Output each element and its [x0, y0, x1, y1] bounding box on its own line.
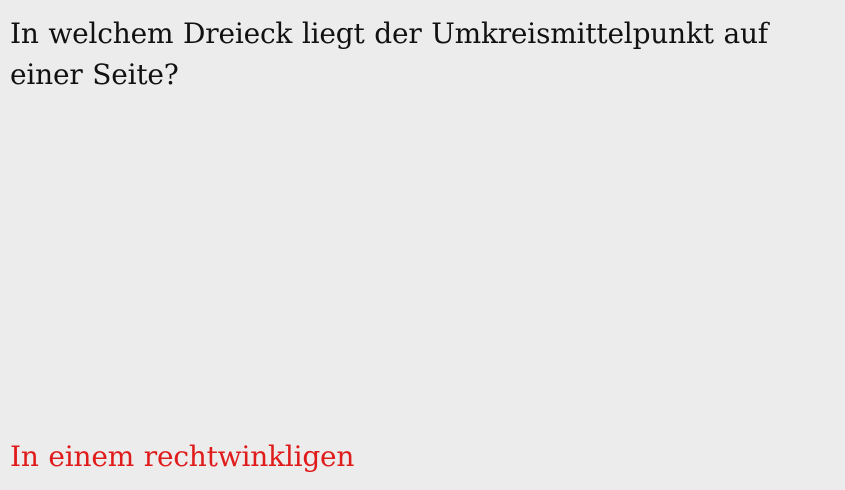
- flashcard: In welchem Dreieck liegt der Umkreismitt…: [0, 0, 845, 490]
- question-text: In welchem Dreieck liegt der Umkreismitt…: [10, 17, 768, 91]
- answer-text: In einem rechtwinkligen: [10, 440, 355, 473]
